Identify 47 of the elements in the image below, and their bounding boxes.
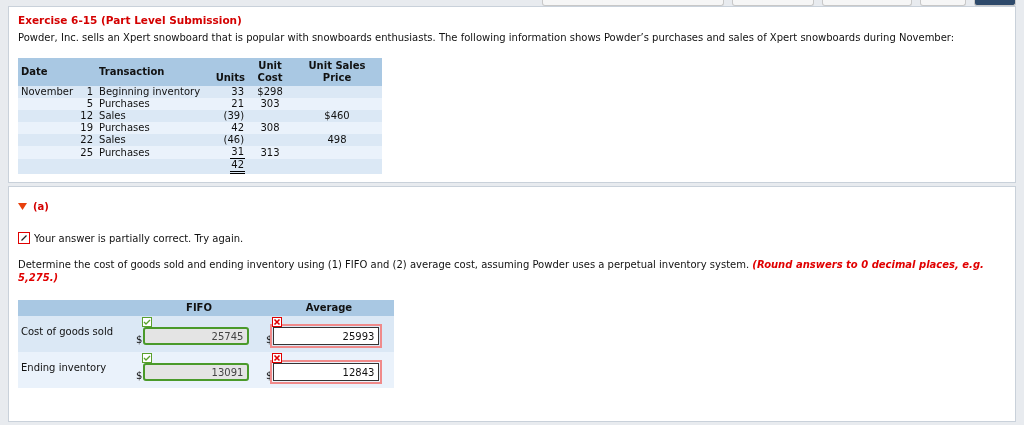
- table-cell: (46): [222, 134, 246, 146]
- column-header: Date: [21, 66, 48, 77]
- column-header: Units: [215, 72, 246, 83]
- table-cell: 42: [230, 159, 246, 174]
- column-header: Unit Sales Price: [308, 60, 366, 83]
- table-cell: Sales: [99, 134, 126, 145]
- exercise-title: Exercise 6-15 (Part Level Submission): [18, 14, 243, 26]
- part-label[interactable]: (a): [33, 201, 49, 212]
- table-cell: 498: [327, 134, 347, 145]
- table-cell: $460: [324, 110, 350, 121]
- table-cell: (39): [222, 110, 246, 122]
- row-label: Ending inventory: [21, 362, 107, 373]
- question-text: Determine the cost of goods sold and ending inventory using (1) FIFO and (2) average cost, assuming Powder uses a perpetual inventory system. (Round answers to 0 decimal places, e.g. 5,275.): [18, 258, 985, 284]
- table-cell: Sales: [99, 110, 126, 121]
- table-cell: $298: [257, 86, 283, 97]
- column-header: Unit Cost: [257, 60, 283, 83]
- table-cell: 33: [230, 86, 246, 98]
- intro-text: Powder, Inc. sells an Xpert snowboard that is popular with snowboards enthusiasts. The following information shows Powder’s purchases and sales of Xpert snowboards during November:: [18, 31, 956, 44]
- pencil-icon: [18, 232, 30, 244]
- row-label: Cost of goods sold: [21, 326, 113, 337]
- table-cell: 308: [260, 122, 280, 133]
- table-cell: 313: [260, 146, 280, 158]
- table-cell: 22: [80, 134, 94, 145]
- table-cell: Beginning inventory: [99, 86, 201, 97]
- table-cell: Purchases: [99, 122, 150, 133]
- table-cell: 303: [260, 98, 280, 109]
- answer-field[interactable]: 25993: [273, 327, 380, 345]
- answer-field[interactable]: 12843: [273, 363, 380, 381]
- disclosure-triangle-icon[interactable]: [18, 203, 27, 210]
- table-cell: Purchases: [99, 98, 150, 109]
- table-cell: 25: [80, 146, 94, 158]
- column-header: Transaction: [99, 66, 165, 77]
- feedback-text: Your answer is partially correct. Try again.: [34, 232, 244, 244]
- table-cell: 21: [230, 98, 246, 110]
- currency-symbol: $: [136, 371, 143, 381]
- column-header: FIFO: [186, 302, 212, 313]
- table-cell: 42: [230, 122, 246, 134]
- table-cell: November: [21, 86, 74, 97]
- table-cell: 1: [86, 86, 94, 97]
- table-cell: Purchases: [99, 146, 150, 158]
- currency-symbol: $: [136, 335, 143, 345]
- column-header: Average: [305, 302, 353, 313]
- table-cell: 19: [80, 122, 94, 133]
- table-cell: 12: [80, 110, 94, 121]
- answer-field[interactable]: 25745: [143, 327, 250, 345]
- answer-field[interactable]: 13091: [143, 363, 250, 381]
- table-cell: 5: [86, 98, 94, 109]
